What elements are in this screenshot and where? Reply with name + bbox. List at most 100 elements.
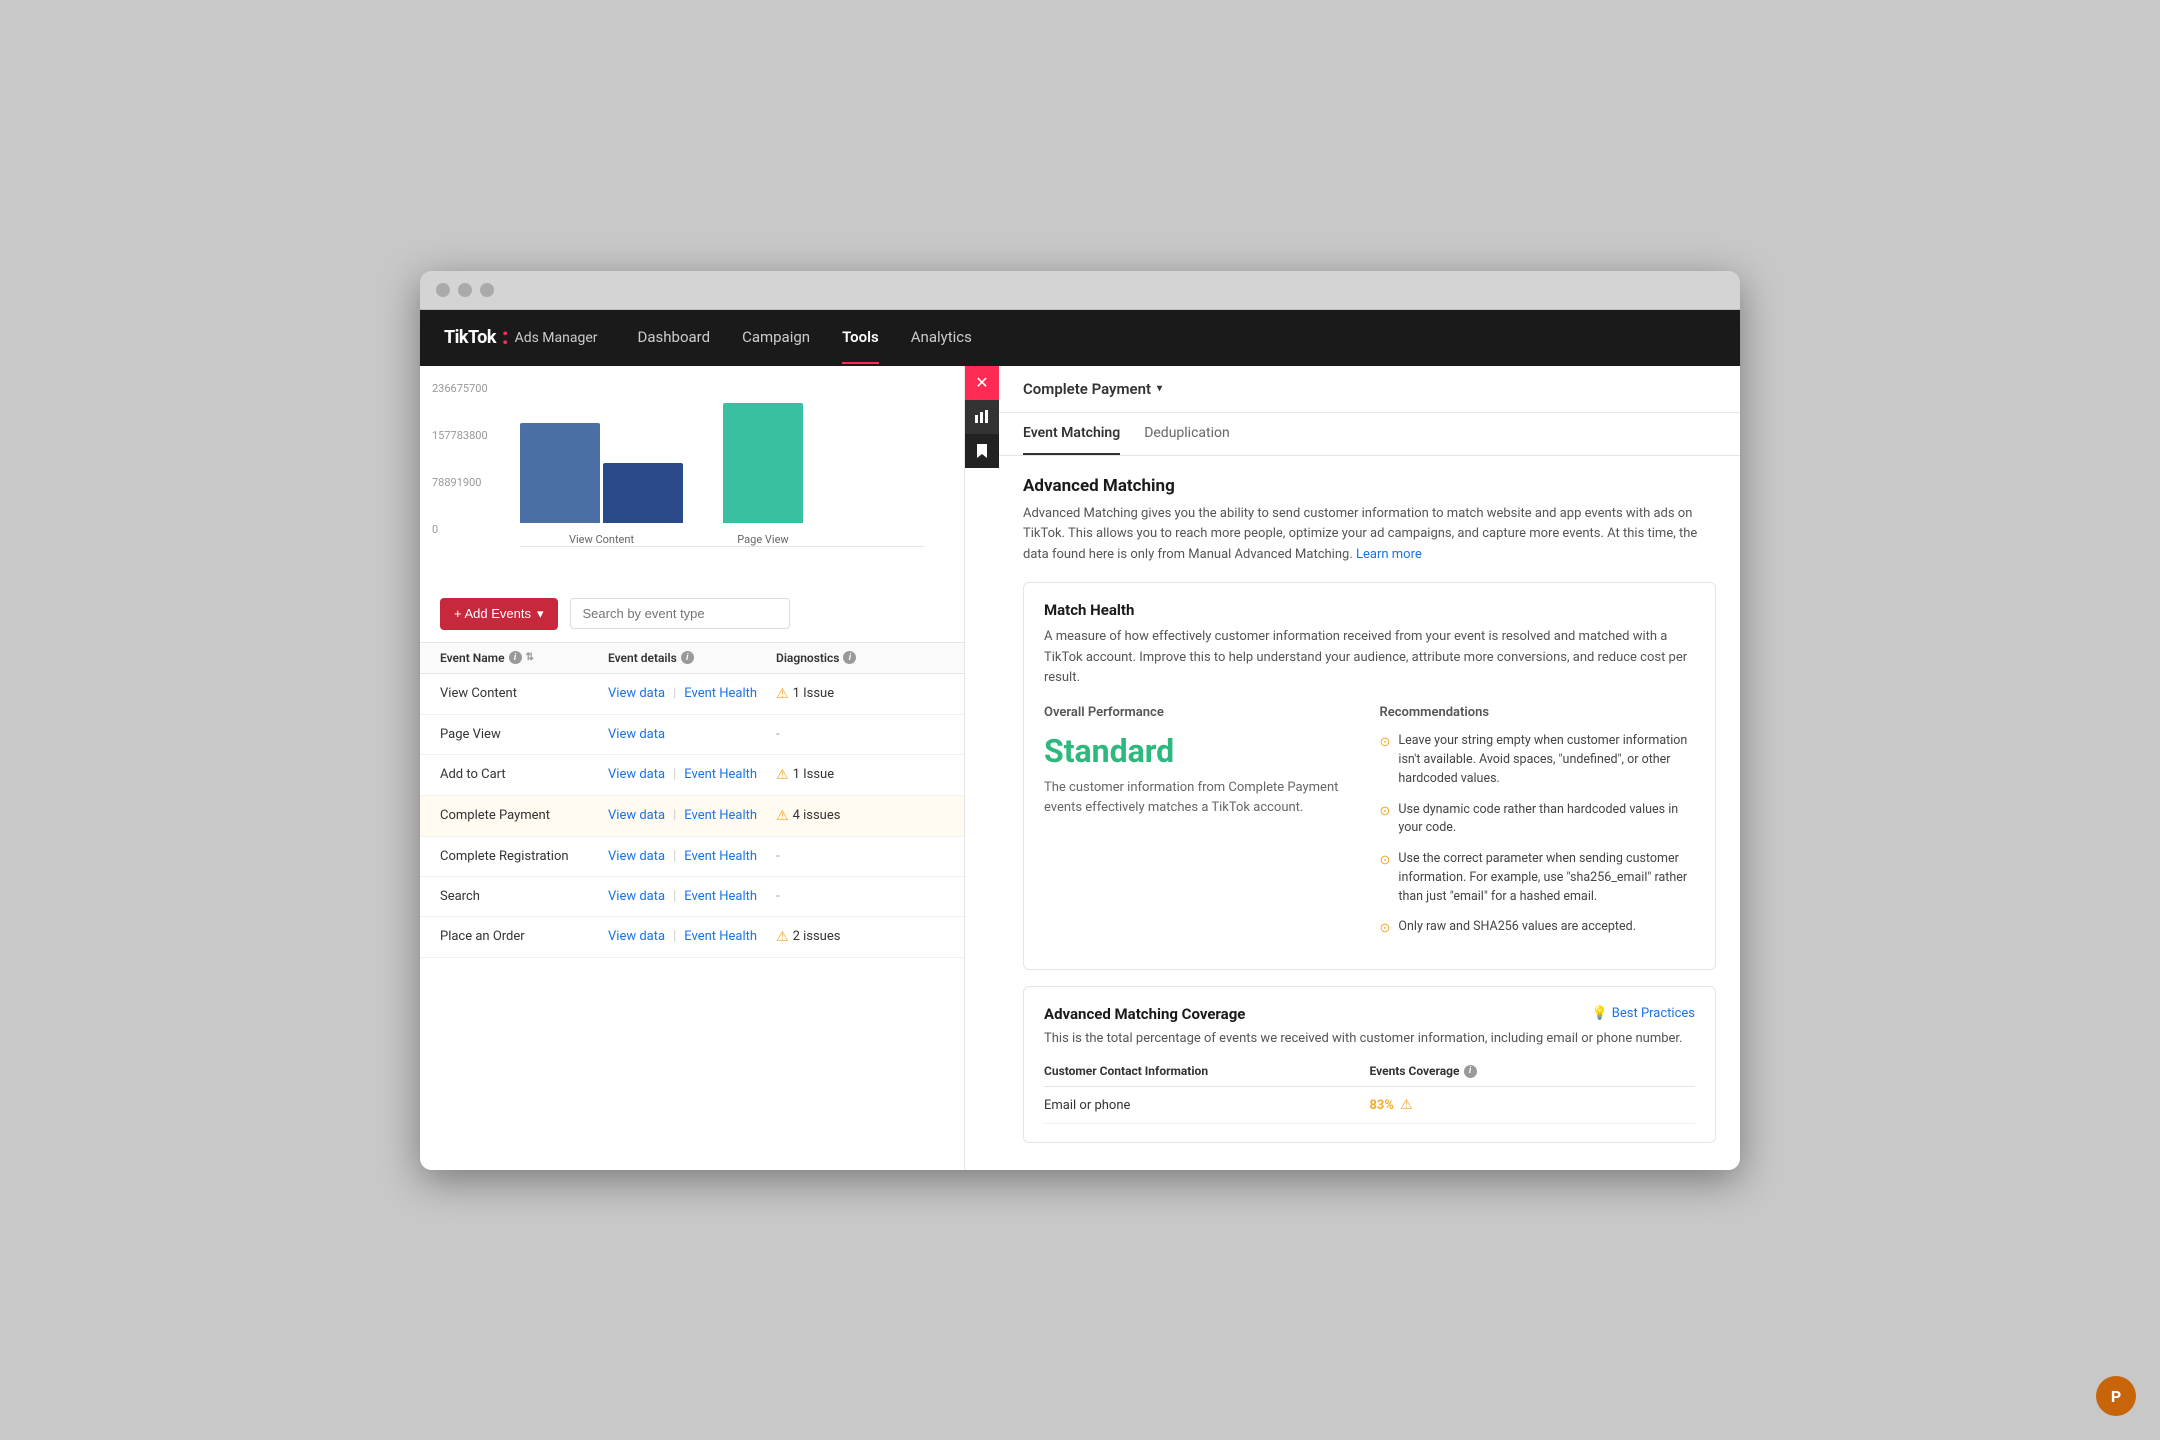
best-practices-link[interactable]: 💡 Best Practices: [1592, 1006, 1695, 1021]
chevron-down-icon: ▾: [1157, 383, 1162, 394]
table-row: Add to Cart View data | Event Health ⚠ 1…: [420, 755, 964, 796]
rec-warning-icon-3: ⊙: [1380, 919, 1391, 939]
left-panel: 236675700 157783800 78891900 0 View Cont…: [420, 366, 965, 1170]
coverage-title: Advanced Matching Coverage: [1044, 1005, 1245, 1023]
diagnostics-cell: -: [776, 849, 944, 864]
issue-text: 1 Issue: [793, 767, 835, 782]
header-event-details: Event details i: [608, 651, 776, 665]
rec-text-3: Only raw and SHA256 values are accepted.: [1398, 918, 1636, 937]
view-data-link[interactable]: View data: [608, 727, 665, 742]
nav-analytics[interactable]: Analytics: [911, 312, 972, 364]
view-data-link[interactable]: View data: [608, 929, 665, 944]
event-details-info-icon: i: [681, 651, 694, 664]
view-data-link[interactable]: View data: [608, 808, 665, 823]
view-data-link[interactable]: View data: [608, 849, 665, 864]
table-header: Event Name i ⇅ Event details i Diagnosti…: [420, 643, 964, 674]
panel-title-dropdown[interactable]: Complete Payment ▾: [1023, 380, 1162, 398]
coverage-pct: 83% ⚠: [1370, 1097, 1696, 1113]
table-row: Place an Order View data | Event Health …: [420, 917, 964, 958]
event-details-cell: View data | Event Health: [608, 889, 776, 904]
coverage-header: Advanced Matching Coverage 💡 Best Practi…: [1044, 1005, 1695, 1023]
coverage-table-row: Email or phone 83% ⚠: [1044, 1087, 1695, 1124]
coverage-table-header: Customer Contact Information Events Cove…: [1044, 1064, 1695, 1087]
header-event-details-label: Event details: [608, 651, 677, 665]
nav-dashboard[interactable]: Dashboard: [638, 312, 711, 364]
view-data-link[interactable]: View data: [608, 686, 665, 701]
diagnostics-cell: -: [776, 727, 944, 742]
chart-icon-button[interactable]: [965, 400, 999, 434]
nav-logo: TikTok: Ads Manager: [444, 325, 598, 350]
event-health-link[interactable]: Event Health: [684, 849, 757, 864]
event-details-cell: View data | Event Health: [608, 808, 776, 823]
header-event-name: Event Name i ⇅: [440, 651, 608, 665]
event-name-cell: Page View: [440, 727, 608, 742]
table-row-highlighted: Complete Payment View data | Event Healt…: [420, 796, 964, 837]
coverage-col-1: Events Coverage i: [1370, 1064, 1696, 1078]
coverage-card: Advanced Matching Coverage 💡 Best Practi…: [1023, 986, 1716, 1144]
warning-icon: ⚠: [776, 929, 789, 945]
event-health-link[interactable]: Event Health: [684, 889, 757, 904]
nav-logo-dot: :: [502, 325, 509, 350]
event-details-cell: View data | Event Health: [608, 686, 776, 701]
panel-content: Advanced Matching Advanced Matching give…: [999, 456, 1740, 1164]
dash-text: -: [776, 889, 780, 904]
table-row: Complete Registration View data | Event …: [420, 837, 964, 877]
event-name-info-icon: i: [509, 651, 522, 664]
nav-tools[interactable]: Tools: [842, 312, 879, 364]
nav-links: Dashboard Campaign Tools Analytics: [638, 312, 972, 364]
table-row: View Content View data | Event Health ⚠ …: [420, 674, 964, 715]
learn-more-link[interactable]: Learn more: [1356, 547, 1422, 562]
rec-text-1: Use dynamic code rather than hardcoded v…: [1398, 801, 1695, 839]
top-nav: TikTok: Ads Manager Dashboard Campaign T…: [420, 310, 1740, 366]
event-details-cell: View data | Event Health: [608, 767, 776, 782]
event-name-cell: View Content: [440, 686, 608, 701]
app-container: TikTok: Ads Manager Dashboard Campaign T…: [420, 310, 1740, 1170]
panel-inner: Complete Payment ▾ Event Matching Dedupl…: [999, 366, 1740, 1164]
right-panel: ✕: [965, 366, 1740, 1170]
view-data-link[interactable]: View data: [608, 767, 665, 782]
event-details-cell: View data: [608, 727, 776, 742]
event-health-link[interactable]: Event Health: [684, 808, 757, 823]
pct-value: 83%: [1370, 1098, 1394, 1113]
panel-title-text: Complete Payment: [1023, 380, 1151, 398]
dash-text: -: [776, 849, 780, 864]
browser-window: TikTok: Ads Manager Dashboard Campaign T…: [420, 271, 1740, 1170]
browser-dot-yellow: [458, 283, 472, 297]
add-events-button[interactable]: + Add Events ▾: [440, 598, 558, 630]
advanced-matching-desc: Advanced Matching gives you the ability …: [1023, 504, 1716, 566]
bookmark-icon-button[interactable]: [965, 434, 999, 468]
overall-performance-label: Overall Performance: [1044, 705, 1360, 720]
table-row: Search View data | Event Health -: [420, 877, 964, 917]
diagnostics-info-icon: i: [843, 651, 856, 664]
issue-text: 2 issues: [793, 929, 841, 944]
rec-item-3: ⊙ Only raw and SHA256 values are accepte…: [1380, 918, 1696, 939]
event-name-cell: Add to Cart: [440, 767, 608, 782]
y-label-0: 236675700: [432, 382, 488, 395]
close-panel-button[interactable]: ✕: [965, 366, 999, 400]
panel-header: Complete Payment ▾: [999, 366, 1740, 413]
coverage-info-icon: i: [1464, 1065, 1477, 1078]
view-data-link[interactable]: View data: [608, 889, 665, 904]
nav-campaign[interactable]: Campaign: [742, 312, 810, 364]
bar-chart-icon: [974, 409, 990, 425]
main-layout: 236675700 157783800 78891900 0 View Cont…: [420, 366, 1740, 1170]
y-label-2: 78891900: [432, 476, 488, 489]
bar-page-view: Page View: [723, 403, 803, 546]
search-input[interactable]: [570, 598, 790, 629]
user-avatar[interactable]: P: [2096, 1376, 2136, 1416]
browser-dot-red: [436, 283, 450, 297]
event-health-link[interactable]: Event Health: [684, 929, 757, 944]
event-health-link[interactable]: Event Health: [684, 767, 757, 782]
add-events-label: + Add Events: [454, 606, 531, 621]
event-details-cell: View data | Event Health: [608, 929, 776, 944]
tab-event-matching[interactable]: Event Matching: [1023, 413, 1120, 455]
bar-view-content: View Content: [520, 423, 683, 546]
rec-item-2: ⊙ Use the correct parameter when sending…: [1380, 850, 1696, 906]
event-name-sort-icon[interactable]: ⇅: [526, 652, 534, 663]
event-name-cell: Complete Registration: [440, 849, 608, 864]
rec-warning-icon-0: ⊙: [1380, 733, 1391, 753]
event-health-link[interactable]: Event Health: [684, 686, 757, 701]
tab-deduplication[interactable]: Deduplication: [1144, 413, 1230, 455]
chart-bars-container: View Content Page View: [520, 382, 924, 547]
rec-warning-icon-2: ⊙: [1380, 851, 1391, 871]
